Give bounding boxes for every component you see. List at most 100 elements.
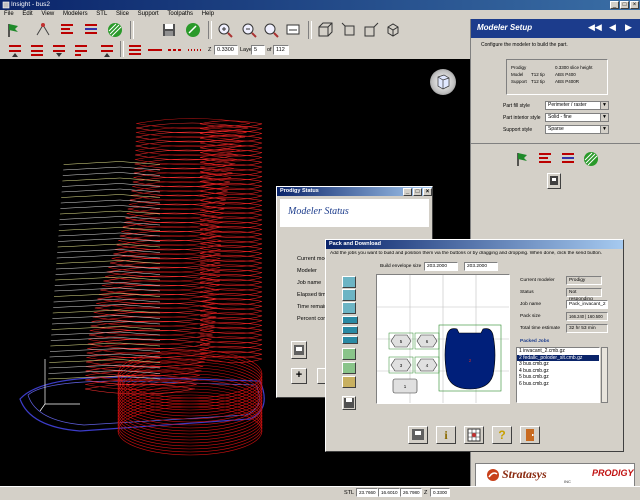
close-button[interactable]: × (630, 1, 639, 9)
status-row-job: Job name (297, 280, 322, 286)
view-iso-icon[interactable] (384, 21, 402, 39)
view-side-icon[interactable] (362, 21, 380, 39)
envelope-y-field: 203.2000 (464, 262, 498, 271)
model-contour (199, 130, 263, 138)
packed-job-item[interactable]: 6 bus.cmb.gz (517, 381, 599, 388)
model-contour (118, 235, 222, 246)
menu-help[interactable]: Help (202, 11, 214, 17)
menu-modelers[interactable]: Modelers (63, 11, 88, 17)
app-titlebar: Insight - bus2 _ □ × (0, 0, 640, 10)
grid-settings-icon[interactable] (464, 426, 484, 444)
envelope-label: Build envelope size (380, 264, 422, 269)
help-icon[interactable]: ? (492, 426, 512, 444)
flag-icon[interactable] (513, 150, 531, 168)
menu-stl[interactable]: STL (96, 11, 107, 17)
orient-icon[interactable] (34, 21, 52, 39)
slice-icon[interactable] (536, 150, 554, 168)
back-icon[interactable]: ◀ (609, 22, 616, 33)
model-contour (135, 127, 247, 138)
model-contour (132, 181, 229, 192)
stratasys-logo: Stratasys PRODIGY INC (475, 463, 635, 487)
layer-next-icon[interactable] (50, 41, 68, 59)
curve-dot-icon[interactable] (186, 41, 204, 59)
layer-first-icon[interactable] (6, 41, 24, 59)
exit-icon[interactable] (520, 426, 540, 444)
panel-divider (471, 143, 640, 144)
curve-line-icon[interactable] (146, 41, 164, 59)
model-contour (199, 254, 263, 262)
job-name-input[interactable]: Pack_invacant_2 (566, 300, 608, 309)
zoom-in-icon[interactable] (216, 21, 234, 39)
jobs-scrollbar[interactable] (601, 347, 608, 403)
layer-select-icon[interactable] (98, 41, 116, 59)
zoom-out-icon[interactable] (240, 21, 258, 39)
back-first-icon[interactable]: ◀◀ (588, 22, 602, 33)
minimize-button[interactable]: _ (403, 188, 412, 196)
forward-icon[interactable]: ▶ (625, 22, 632, 33)
menu-slice[interactable]: Slice (116, 11, 129, 17)
maximize-button[interactable]: □ (620, 1, 629, 9)
minimize-button[interactable]: _ (610, 1, 619, 9)
status-label: Status (520, 290, 534, 295)
current-modeler-label: Current modeler (520, 278, 555, 283)
x-axis (39, 403, 46, 412)
layer-last-icon[interactable] (72, 41, 90, 59)
support-contour (49, 359, 161, 363)
move-right-button[interactable] (342, 362, 356, 374)
toolbar-separator (130, 21, 134, 39)
menu-view[interactable]: View (41, 11, 54, 17)
menu-edit[interactable]: Edit (22, 11, 32, 17)
save-icon[interactable] (160, 21, 178, 39)
slice-height-field[interactable]: 0.3300 (214, 45, 238, 55)
send-button[interactable] (408, 426, 428, 444)
zoom-window-icon[interactable] (284, 21, 302, 39)
z-value-field: 0.3300 (430, 488, 450, 497)
align-middle-button[interactable] (342, 326, 358, 334)
move-left-button[interactable] (342, 348, 356, 360)
curve-dash-icon[interactable] (166, 41, 184, 59)
view-front-icon[interactable] (316, 21, 334, 39)
maximize-button[interactable]: □ (413, 188, 422, 196)
slice-height-label: Z (208, 47, 212, 53)
of-label: of (267, 47, 272, 53)
flag-icon[interactable] (4, 21, 22, 39)
align-bottom-button[interactable] (342, 336, 358, 344)
add-job-button[interactable] (342, 276, 356, 288)
build-envelope[interactable]: 563412 (376, 274, 510, 404)
save-pack-button[interactable] (342, 396, 356, 410)
menu-support[interactable]: Support (138, 11, 159, 17)
part-interior-select[interactable]: Solid - fine ▼ (545, 113, 609, 122)
part-fill-select[interactable]: Perimeter / raster ▼ (545, 101, 609, 110)
panel-subtitle: Configure the modeler to build the part. (481, 42, 568, 48)
align-top-button[interactable] (342, 316, 358, 324)
support-icon[interactable] (82, 21, 100, 39)
curve-red-icon[interactable] (126, 41, 144, 59)
menu-file[interactable]: File (4, 11, 14, 17)
info-icon[interactable]: i (436, 426, 456, 444)
slice-icon[interactable] (58, 21, 76, 39)
layer-prev-icon[interactable] (28, 41, 46, 59)
layer-field[interactable]: 5 (251, 45, 265, 55)
support-style-select[interactable]: Sparse ▼ (545, 125, 609, 134)
toolpath-icon[interactable] (106, 21, 124, 39)
remove-job-button[interactable] (342, 289, 356, 301)
print-button[interactable] (291, 341, 307, 359)
model-contour (199, 202, 263, 210)
zoom-fit-icon[interactable] (262, 21, 280, 39)
open-folder-button[interactable] (342, 376, 356, 388)
add-icon[interactable]: + (291, 368, 307, 384)
remove-all-button[interactable] (342, 302, 356, 314)
send-to-modeler-icon[interactable] (184, 21, 202, 39)
support-icon[interactable] (559, 150, 577, 168)
download-button[interactable] (547, 173, 561, 189)
support-style-label: Support style (503, 127, 533, 133)
view-top-icon[interactable] (340, 21, 358, 39)
toolpath-icon[interactable] (582, 150, 600, 168)
model-contour (136, 122, 249, 134)
close-button[interactable]: × (423, 188, 432, 196)
packed-jobs-list[interactable]: 1 invacant_2.cmb.gz 2 fedallc_poloder_slt… (516, 347, 600, 403)
view-cube-icon[interactable] (430, 69, 456, 95)
menu-toolpaths[interactable]: Toolpaths (167, 11, 193, 17)
status-row-remaining: Time remain (297, 304, 328, 310)
support-contour (61, 188, 161, 193)
